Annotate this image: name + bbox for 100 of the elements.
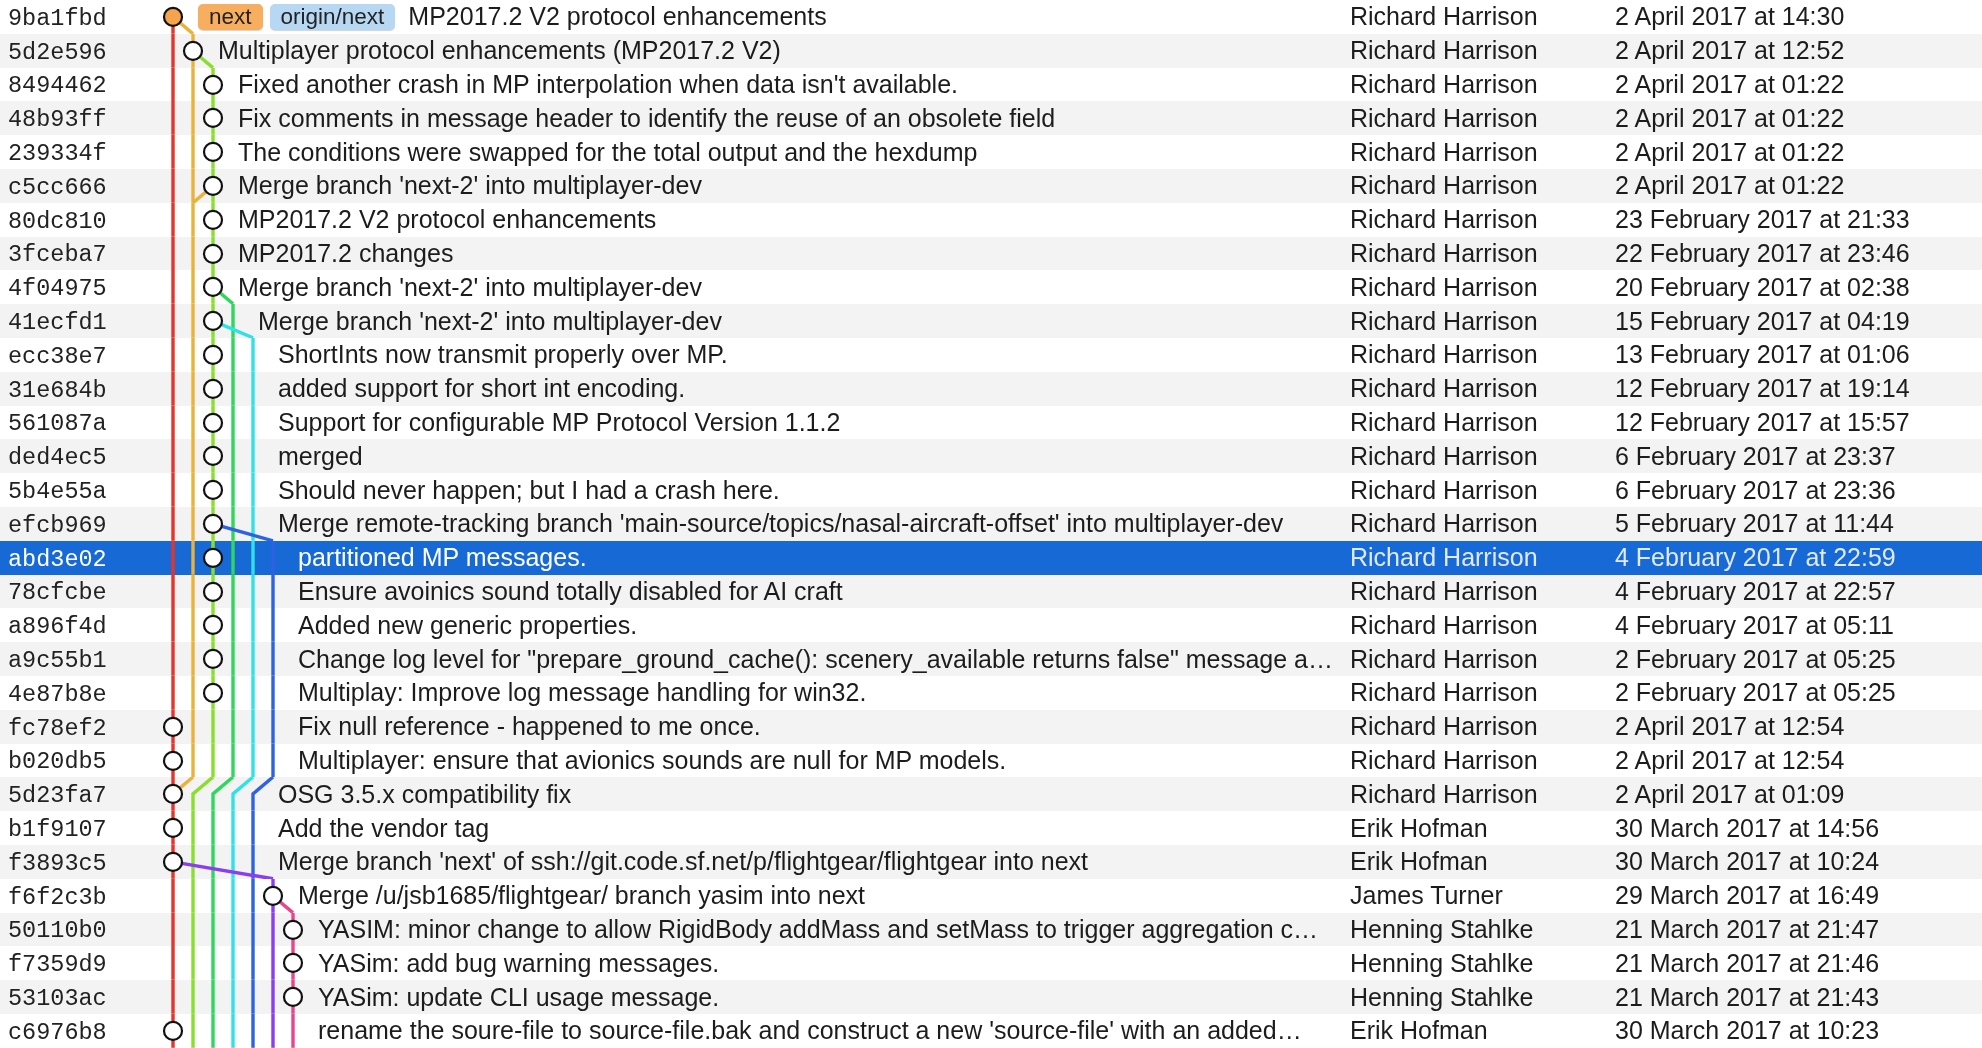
commit-hash: 50110b0	[8, 917, 107, 945]
commit-row[interactable]: 50110b0 YASIM: minor change to allow RigidBody addMass and setMass to trigger aggregation c… Henning Stahlke 21 March 2017 at 21:47	[0, 912, 1982, 947]
author-name: Richard Harrison	[1350, 745, 1538, 774]
branch-tag: next	[198, 3, 263, 30]
commit-message: Merge remote-tracking branch 'main-source/topics/nasal-aircraft-offset' into multiplayer-dev	[278, 509, 1284, 539]
author-name: Richard Harrison	[1350, 238, 1538, 267]
commit-hash: 561087a	[8, 410, 107, 438]
commit-date: 4 February 2017 at 05:11	[1615, 610, 1894, 639]
author-name: Richard Harrison	[1350, 36, 1538, 65]
author-name: Richard Harrison	[1350, 712, 1538, 741]
commit-hash: 41ecfd1	[8, 309, 107, 337]
author-name: Richard Harrison	[1350, 543, 1538, 572]
commit-message: Merge branch 'next-2' into multiplayer-dev	[258, 306, 722, 336]
commit-row[interactable]: fc78ef2 Fix null reference - happened to me once. Richard Harrison 2 April 2017 at 12:54	[0, 709, 1982, 744]
commit-hash: 31e684b	[8, 376, 107, 404]
commit-hash: a896f4d	[8, 613, 107, 641]
author-name: Richard Harrison	[1350, 475, 1538, 504]
commit-date: 30 March 2017 at 14:56	[1615, 813, 1880, 842]
commit-hash: 5b4e55a	[8, 478, 107, 506]
commit-date: 6 February 2017 at 23:36	[1615, 475, 1896, 504]
commit-message: YASim: add bug warning messages.	[318, 948, 720, 978]
commit-message: Multiplayer: ensure that avionics sounds are null for MP models.	[298, 745, 1007, 775]
commit-row[interactable]: 5d2e596 Multiplayer protocol enhancements (MP2017.2 V2) Richard Harrison 2 April 2017 at 12:52	[0, 33, 1982, 68]
commit-message: added support for short int encoding.	[278, 374, 686, 404]
commit-row[interactable]: abd3e02 partitioned MP messages. Richard Harrison 4 February 2017 at 22:59	[0, 540, 1982, 575]
commit-hash: abd3e02	[8, 545, 107, 573]
author-name: Richard Harrison	[1350, 171, 1538, 200]
author-name: Richard Harrison	[1350, 205, 1538, 234]
commit-date: 21 March 2017 at 21:46	[1615, 948, 1880, 977]
commit-message: Merge branch 'next' of ssh://git.code.sf.net/p/flightgear/flightgear into next	[278, 847, 1088, 877]
commit-date: 21 March 2017 at 21:43	[1615, 982, 1880, 1011]
commit-hash: 5d2e596	[8, 38, 107, 66]
author-name: Erik Hofman	[1350, 847, 1488, 876]
commit-date: 30 March 2017 at 10:23	[1615, 1016, 1880, 1045]
commit-hash: f6f2c3b	[8, 883, 107, 911]
author-name: Richard Harrison	[1350, 306, 1538, 335]
author-name: James Turner	[1350, 881, 1503, 910]
author-name: Richard Harrison	[1350, 2, 1538, 31]
author-name: Richard Harrison	[1350, 407, 1538, 436]
commit-message: Merge branch 'next-2' into multiplayer-dev	[238, 171, 702, 201]
commit-message: MP2017.2 changes	[238, 238, 454, 268]
commit-date: 2 April 2017 at 01:09	[1615, 779, 1845, 808]
commit-hash: a9c55b1	[8, 647, 107, 675]
commit-row[interactable]: c5cc666 Merge branch 'next-2' into multiplayer-dev Richard Harrison 2 April 2017 at 01:22	[0, 169, 1982, 203]
commit-message: Multiplayer protocol enhancements (MP2017.2 V2)	[218, 36, 781, 66]
commit-hash: efcb969	[8, 511, 107, 539]
author-name: Henning Stahlke	[1350, 982, 1534, 1011]
commit-row[interactable]: 48b93ff Fix comments in message header to identify the reuse of an obsolete field Richard Harrison 2 April 2017 at 01:22	[0, 101, 1982, 136]
commit-hash: 4f04975	[8, 275, 107, 303]
commit-message: Should never happen; but I had a crash here.	[278, 475, 780, 505]
commit-hash: f3893c5	[8, 849, 107, 877]
commit-message: Multiplay: Improve log message handling for win32.	[298, 678, 867, 708]
author-name: Henning Stahlke	[1350, 948, 1534, 977]
commit-hash: ded4ec5	[8, 444, 107, 472]
commit-date: 5 February 2017 at 11:44	[1615, 509, 1894, 538]
commit-message: ShortInts now transmit properly over MP.	[278, 340, 728, 370]
commit-row[interactable]: 78cfcbe Ensure avoinics sound totally disabled for AI craft Richard Harrison 4 February 2017 at 22:57	[0, 574, 1982, 609]
commit-date: 29 March 2017 at 16:49	[1615, 881, 1880, 910]
commit-hash: 3fceba7	[8, 241, 107, 269]
commit-row[interactable]: f3893c5 Merge branch 'next' of ssh://git.code.sf.net/p/flightgear/flightgear into next Erik Hofman 30 March 2017 at 10:24	[0, 844, 1982, 879]
author-name: Richard Harrison	[1350, 272, 1538, 301]
commit-row[interactable]: 3fceba7 MP2017.2 changes Richard Harrison 22 February 2017 at 23:46	[0, 236, 1982, 271]
commit-row[interactable]: 41ecfd1 Merge branch 'next-2' into multiplayer-dev Richard Harrison 15 February 2017 at 04:19	[0, 304, 1982, 338]
commit-date: 15 February 2017 at 04:19	[1615, 306, 1910, 335]
commit-message: Ensure avoinics sound totally disabled for AI craft	[298, 576, 843, 606]
commit-date: 12 February 2017 at 15:57	[1615, 407, 1910, 436]
commit-row[interactable]: efcb969 Merge remote-tracking branch 'main-source/topics/nasal-aircraft-offset' into multiplayer-dev Richard Harrison 5 February 2017 at 11:44	[0, 506, 1982, 541]
commit-row[interactable]: 5d23fa7 OSG 3.5.x compatibility fix Richard Harrison 2 April 2017 at 01:09	[0, 777, 1982, 812]
author-name: Richard Harrison	[1350, 610, 1538, 639]
author-name: Henning Stahlke	[1350, 914, 1534, 943]
commit-date: 23 February 2017 at 21:33	[1615, 205, 1910, 234]
commit-message: MP2017.2 V2 protocol enhancements	[408, 2, 827, 32]
commit-date: 2 April 2017 at 14:30	[1615, 2, 1845, 31]
commit-date: 2 April 2017 at 01:22	[1615, 137, 1845, 166]
commit-message: YASIM: minor change to allow RigidBody addMass and setMass to trigger aggregation c…	[318, 914, 1319, 944]
commit-row[interactable]: ded4ec5 merged Richard Harrison 6 February 2017 at 23:37	[0, 439, 1982, 474]
commit-hash: c6976b8	[8, 1018, 107, 1046]
commit-row[interactable]: 31e684b added support for short int encoding. Richard Harrison 12 February 2017 at 19:14	[0, 371, 1982, 406]
commit-date: 13 February 2017 at 01:06	[1615, 340, 1910, 369]
commit-hash: b020db5	[8, 748, 107, 776]
commit-message: The conditions were swapped for the total output and the hexdump	[238, 137, 978, 167]
author-name: Richard Harrison	[1350, 374, 1538, 403]
commit-row[interactable]: 53103ac YASim: update CLI usage message. Henning Stahlke 21 March 2017 at 21:43	[0, 980, 1982, 1014]
commit-hash: f7359d9	[8, 951, 107, 979]
commit-date: 2 April 2017 at 01:22	[1615, 70, 1845, 98]
author-name: Richard Harrison	[1350, 441, 1538, 470]
commit-hash: ecc38e7	[8, 342, 107, 370]
commit-hash: 78cfcbe	[8, 579, 107, 607]
commit-hash: c5cc666	[8, 173, 107, 201]
commit-message: OSG 3.5.x compatibility fix	[278, 779, 572, 809]
commit-hash: 53103ac	[8, 985, 107, 1012]
author-name: Richard Harrison	[1350, 576, 1538, 605]
commit-message: partitioned MP messages.	[298, 543, 587, 573]
commit-row[interactable]: a9c55b1 Change log level for "prepare_ground_cache(): scenery_available returns false" message a… Richard Harrison 2 February 2017 at 05:25	[0, 642, 1982, 676]
commit-date: 12 February 2017 at 19:14	[1615, 374, 1910, 403]
commit-hash: b1f9107	[8, 816, 107, 843]
commit-message: YASim: update CLI usage message.	[318, 982, 720, 1012]
author-name: Richard Harrison	[1350, 509, 1538, 538]
commit-date: 2 February 2017 at 05:25	[1615, 678, 1896, 707]
commit-hash: 48b93ff	[8, 106, 107, 134]
